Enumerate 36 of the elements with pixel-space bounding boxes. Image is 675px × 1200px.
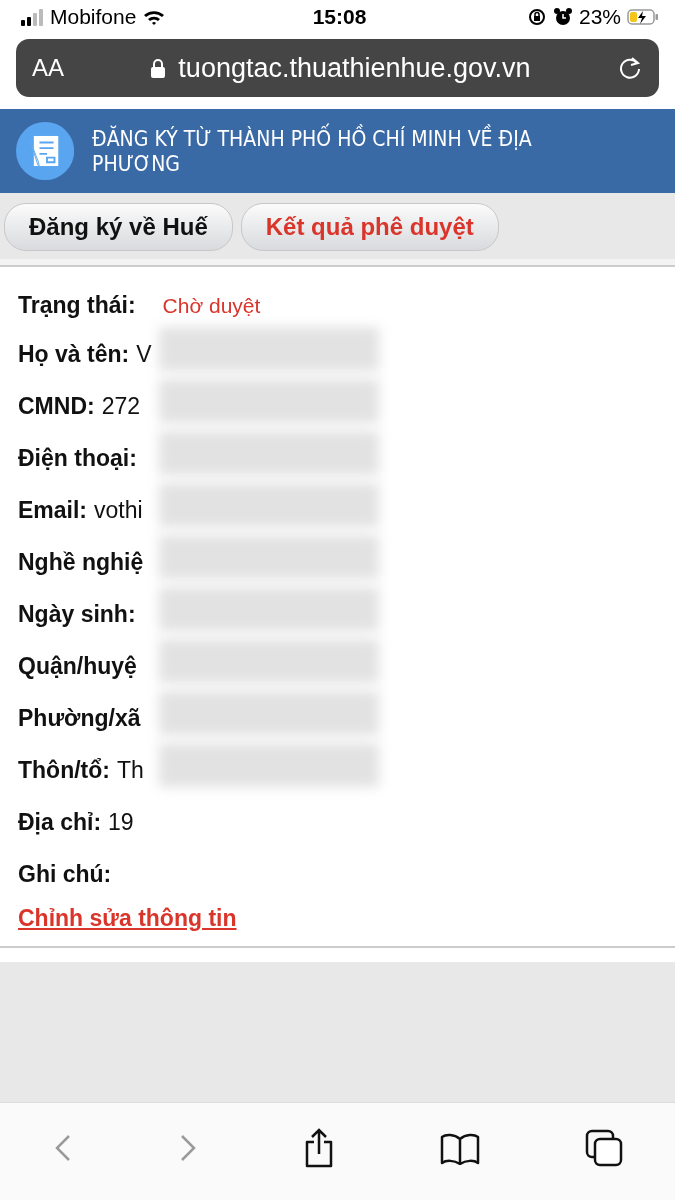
- field-value: Th: [116, 757, 144, 784]
- field-label: Địa chỉ:: [18, 809, 102, 836]
- field-label: Họ và tên:: [18, 341, 130, 368]
- field-label: Thôn/tổ:: [18, 757, 110, 784]
- rotation-lock-icon: [526, 7, 547, 27]
- field-label: Quận/huyệ: [18, 653, 137, 680]
- carrier-name: Mobifone: [50, 5, 137, 29]
- status-value: Chờ duyệt: [161, 293, 262, 319]
- field-value: vothi: [94, 497, 143, 524]
- battery-percent: 23%: [578, 5, 621, 29]
- edit-info-link[interactable]: Chỉnh sửa thông tin: [18, 905, 237, 932]
- document-pen-icon: [16, 120, 75, 182]
- field-label: Trạng thái:: [18, 292, 136, 319]
- address-bar[interactable]: AA tuongtac.thuathienhue.gov.vn: [16, 39, 659, 97]
- field-label: Nghề nghiệ: [18, 549, 144, 576]
- field-label: Phường/xã: [18, 705, 141, 732]
- signal-icon: [20, 8, 44, 26]
- field-label: Điện thoại:: [18, 445, 137, 472]
- field-value: 19: [108, 809, 134, 836]
- lock-icon: [150, 58, 167, 78]
- field-label: Email:: [18, 497, 88, 524]
- tabs-icon[interactable]: [584, 1128, 623, 1167]
- field-label: Ngày sinh:: [18, 601, 136, 628]
- tab[interactable]: Kết quả phê duyệt: [240, 203, 499, 251]
- alarm-clock-icon: [552, 7, 573, 27]
- field-value: V: [136, 341, 152, 368]
- tab[interactable]: Đăng ký về Huế: [4, 203, 233, 251]
- wifi-icon: [142, 8, 167, 26]
- reload-icon[interactable]: [617, 55, 643, 81]
- clock-time: 15:08: [312, 5, 367, 29]
- field-label: CMND:: [18, 393, 95, 420]
- field-label: Ghi chú:: [18, 861, 112, 888]
- url-text: tuongtac.thuathienhue.gov.vn: [178, 52, 531, 84]
- field-value: 272: [101, 393, 141, 420]
- battery-charging-icon: [627, 8, 659, 26]
- text-size-button[interactable]: AA: [32, 54, 64, 82]
